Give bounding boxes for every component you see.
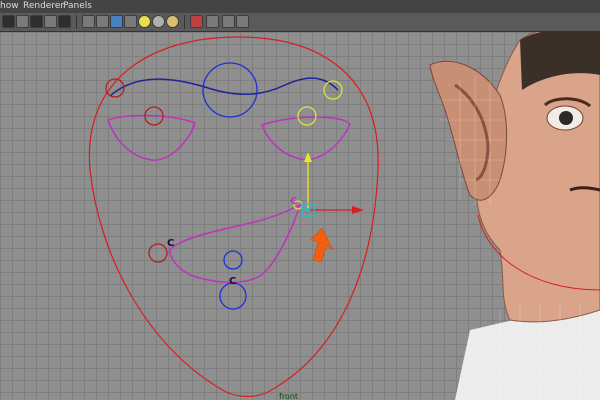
pointer-arrow (310, 227, 334, 263)
share-icon[interactable] (236, 15, 249, 28)
render-icon[interactable] (16, 15, 29, 28)
front-viewport[interactable]: C C C front (0, 32, 600, 400)
eye-pupil (559, 111, 573, 125)
layout2-icon[interactable] (222, 15, 235, 28)
lip-curve (169, 203, 302, 284)
ear-shape (429, 60, 507, 201)
light-icon[interactable] (138, 15, 151, 28)
toolbar-separator (76, 15, 77, 29)
lip-left-control[interactable] (148, 243, 168, 263)
brow-curve (109, 77, 339, 97)
menu-show[interactable]: how (0, 0, 19, 13)
manip-y-arrow[interactable] (304, 152, 312, 162)
brow-center-control[interactable] (202, 62, 258, 118)
face-outline-curve (88, 36, 379, 398)
scene-svg: C C C front (88, 32, 600, 400)
camera-icon[interactable] (2, 15, 15, 28)
texture-icon[interactable] (58, 15, 71, 28)
wire-shade-icon[interactable] (124, 15, 137, 28)
manip-x-arrow[interactable] (352, 206, 364, 214)
head-render (429, 32, 600, 400)
eye-right-curve (261, 116, 351, 161)
ambient-icon[interactable] (152, 15, 165, 28)
menu-renderer[interactable]: Renderer (23, 0, 64, 13)
cube-icon[interactable] (82, 15, 95, 28)
camera-label: front (279, 392, 298, 400)
ctrl-label-corner: C (290, 196, 297, 207)
ctrl-label-left: C (167, 238, 174, 249)
toolbar-separator (184, 15, 185, 29)
sphere-icon[interactable] (166, 15, 179, 28)
ctrl-label-jaw: C (229, 276, 236, 287)
flat-shade-icon[interactable] (110, 15, 123, 28)
move-manipulator[interactable] (301, 152, 364, 217)
brow-right-control[interactable] (323, 80, 343, 100)
smooth-shade-icon[interactable] (96, 15, 109, 28)
xray-icon[interactable] (44, 15, 57, 28)
eye-right-control[interactable] (297, 106, 317, 126)
menu-panels[interactable]: Panels (63, 0, 92, 13)
isolate-icon[interactable] (190, 15, 203, 28)
manip-center-dot[interactable] (306, 208, 310, 212)
eye-left-curve (107, 114, 196, 161)
viewport-toolbar (0, 13, 600, 32)
layout-icon[interactable] (206, 15, 219, 28)
menu-bar: how Renderer Panels (0, 0, 600, 13)
wireframe-icon[interactable] (30, 15, 43, 28)
lip-center-control[interactable] (223, 250, 243, 270)
